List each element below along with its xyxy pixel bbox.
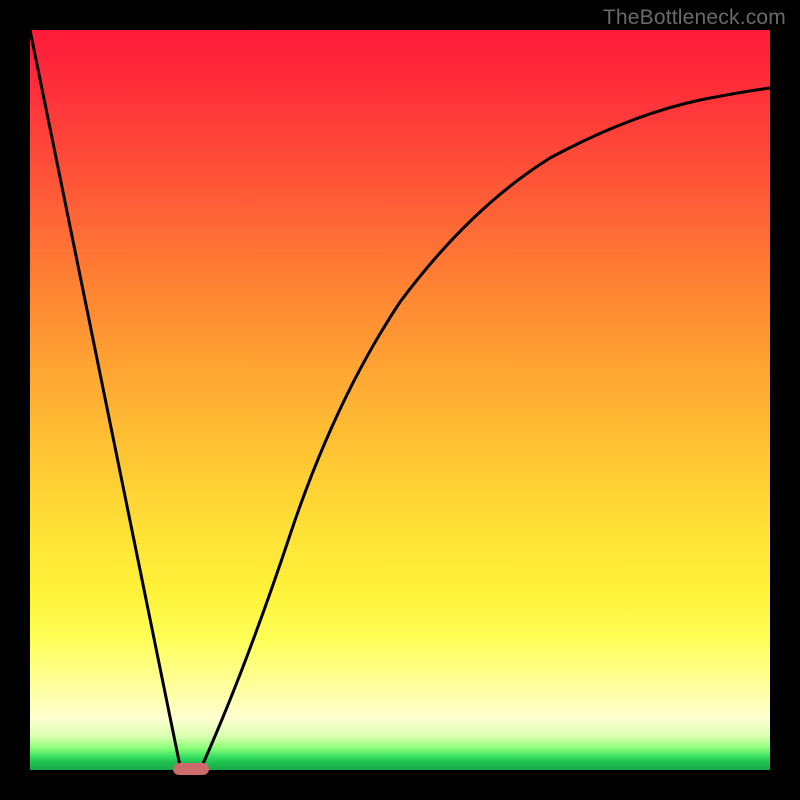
bottleneck-curve [30, 30, 770, 770]
chart-frame [30, 30, 770, 770]
optimal-marker [173, 763, 209, 775]
watermark-text: TheBottleneck.com [603, 6, 786, 30]
curve-path [30, 30, 770, 766]
